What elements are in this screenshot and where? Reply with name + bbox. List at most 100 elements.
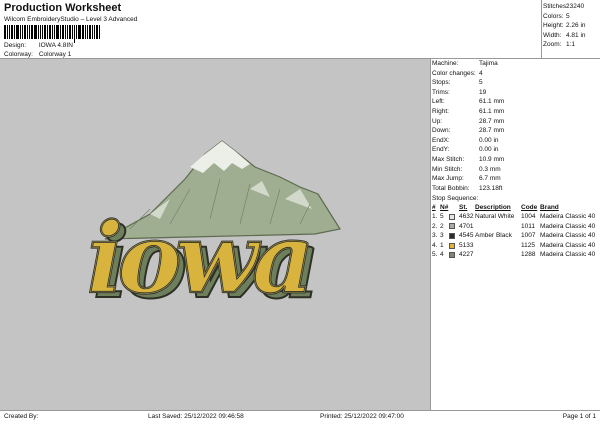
design-label: Design: [4, 42, 27, 49]
stop-sequence-table: Stop Sequence: # N# St. Description Code… [432, 194, 600, 260]
stop-sequence-rows: 1. 5 4632 Natural White 1004 Madeira Classic … [432, 212, 600, 260]
color-swatch-cell [449, 252, 459, 259]
barcode-bar [42, 25, 43, 39]
barcode-bar [76, 25, 77, 39]
stop-cell-num: 1. [432, 213, 438, 220]
stop-cell-brand: Madeira Classic 40 [540, 251, 596, 259]
design-row: Design: IOWA 4.8IN [4, 42, 73, 49]
barcode-bar [96, 25, 98, 39]
barcode-bar [31, 25, 33, 39]
stop-cell-n: 2 [440, 222, 444, 230]
machine-info-label: Left: [432, 98, 445, 106]
machine-info-label: Right: [432, 107, 449, 115]
barcode-bar [27, 25, 28, 39]
machine-info-row: Color changes: 4 [432, 69, 600, 79]
stop-cell-code: 1004 [521, 213, 536, 220]
machine-info-row: Up: 28.7 mm [432, 117, 600, 127]
barcode-bar [52, 25, 53, 39]
barcode-bar [67, 25, 68, 39]
barcode-bar [16, 25, 19, 39]
letter-highlight: iowa [87, 202, 308, 315]
stop-cell-num: 3. [432, 232, 438, 240]
stop-cell-code: 1288 [521, 251, 536, 259]
stop-cell-n: 4 [440, 251, 444, 259]
barcode-bar [94, 25, 95, 39]
barcode-bar [49, 25, 51, 39]
stop-cell-st: 4227 [459, 251, 474, 259]
color-swatch [449, 213, 455, 220]
stop-cell-num: 4. [432, 241, 438, 249]
machine-info-value: 0.00 in [479, 146, 499, 154]
barcode-bar [89, 25, 91, 39]
stop-cell-st: 4632 [459, 213, 474, 220]
color-swatch [449, 223, 455, 230]
machine-info-label: Min Stitch: [432, 165, 463, 173]
color-swatch [449, 232, 455, 239]
color-swatch-cell [449, 242, 459, 249]
stop-sequence-title: Stop Sequence: [432, 195, 479, 202]
barcode-bar [99, 25, 100, 39]
colorway-row: Colorway: Colorway 1 [4, 51, 71, 58]
worksheet-header: Production Worksheet Wilcom EmbroiderySt… [0, 0, 600, 58]
color-swatch [449, 252, 455, 259]
barcode-bar [4, 25, 6, 39]
stop-cell-st: 4545 [459, 232, 474, 240]
stop-sequence-row: 3. 3 4545 Amber Black 1007 Madeira Classic 40 [432, 231, 600, 241]
barcode-bar [34, 25, 37, 39]
printed-date: Printed: 25/12/2022 09:47:00 [320, 413, 404, 420]
barcode-bar [87, 25, 88, 39]
color-swatch-cell [449, 223, 459, 230]
barcode-bar [29, 25, 30, 39]
machine-info-row: Min Stitch: 0.3 mm [432, 165, 600, 175]
barcode-bar [14, 25, 15, 39]
stat-stitches: Stitches: 23240 [543, 3, 585, 10]
stop-cell-n: 1 [440, 241, 444, 249]
machine-info-row: Trims: 19 [432, 88, 600, 98]
barcode-bar [74, 25, 75, 43]
colorway-value: Colorway 1 [38, 51, 72, 58]
stop-sequence-row: 5. 4 4227 1288 Madeira Classic 40 [432, 250, 600, 260]
color-swatch-cell [449, 213, 459, 220]
stop-cell-code: 1011 [521, 222, 535, 230]
barcode-bar [85, 25, 86, 39]
barcode-bar [72, 25, 73, 39]
iowa-lettering: iowa iowa iowa [86, 201, 321, 321]
barcode-bar [40, 25, 41, 39]
barcode-bar [54, 25, 55, 39]
machine-info-row: Down: 28.7 mm [432, 126, 600, 136]
barcode-bar [60, 25, 61, 39]
machine-info-value: 0.3 mm [479, 165, 501, 173]
stop-cell-brand: Madeira Classic 40 [540, 222, 596, 230]
machine-info-row: Stops: 5 [432, 78, 600, 88]
stop-cell-num: 2. [432, 222, 438, 230]
machine-info-label: Max Jump: [432, 175, 464, 183]
machine-info-label: Down: [432, 127, 451, 135]
stop-cell-n: 5 [440, 213, 444, 220]
machine-info-value: 6.7 mm [479, 175, 501, 183]
design-canvas[interactable]: iowa iowa iowa [0, 59, 430, 410]
barcode-bar [92, 25, 93, 39]
barcode-bar [44, 25, 46, 39]
barcode-bar [82, 25, 84, 39]
stat-width: Width: 4.81 in [543, 31, 586, 39]
barcode-bar [7, 25, 8, 39]
machine-info-value: 28.7 mm [479, 127, 505, 135]
machine-info-value: 19 [479, 88, 487, 96]
barcode-bar [9, 25, 10, 39]
machine-info-label: Up: [432, 117, 443, 125]
machine-info-row: EndY: 0.00 in [432, 145, 600, 155]
page-title: Production Worksheet [4, 2, 122, 14]
stop-sequence-row: 2. 2 4701 1011 Madeira Classic 40 [432, 222, 600, 232]
machine-info-value: Tajima [479, 60, 498, 67]
machine-info-value: 123.18ft [479, 184, 503, 192]
footer-divider [0, 410, 600, 411]
barcode-bar [69, 25, 71, 39]
color-swatch [449, 242, 455, 249]
machine-info-label: EndY: [432, 146, 450, 154]
design-preview: iowa iowa iowa [86, 140, 341, 321]
barcode-bar [47, 25, 48, 39]
stats-panel: Stitches: 23240 Colors: 5 Height: 2.26 in W… [543, 2, 600, 50]
machine-info-row: Right: 61.1 mm [432, 107, 600, 117]
barcode-bar [56, 25, 59, 39]
stop-sequence-row: 4. 1 5133 1125 Madeira Classic 40 [432, 241, 600, 251]
